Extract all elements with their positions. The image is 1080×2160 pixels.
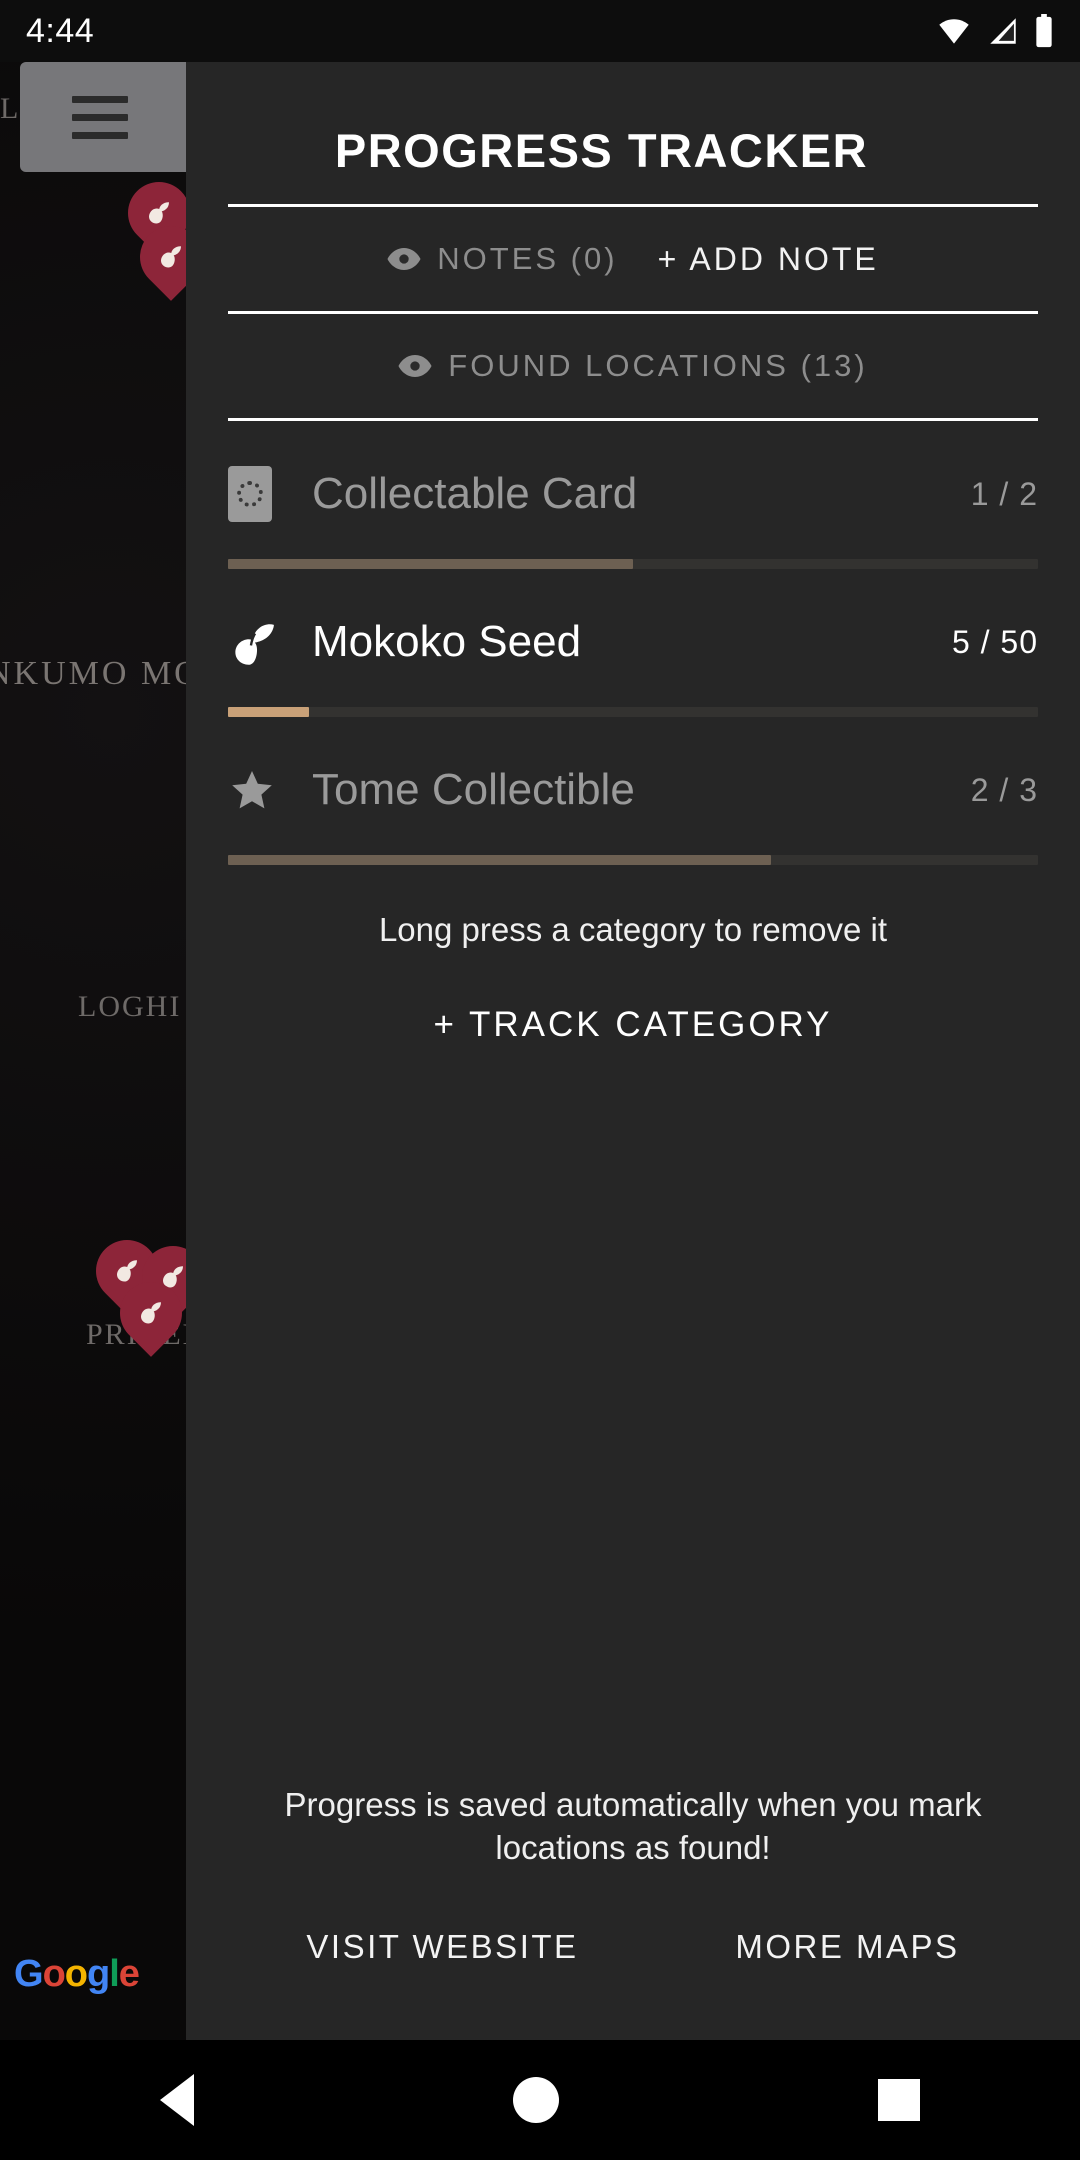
category-name: Mokoko Seed (312, 617, 582, 666)
page-title: PROGRESS TRACKER (334, 124, 869, 177)
status-time: 4:44 (26, 11, 95, 50)
star-icon (232, 771, 272, 809)
found-locations-label: FOUND LOCATIONS (13) (448, 348, 868, 383)
map-pin[interactable] (127, 213, 186, 304)
map-label: NKUMO MOU (0, 655, 186, 692)
card-icon (228, 466, 272, 522)
category-row-collectable-card[interactable]: Collectable Card 1 / 2 (228, 421, 1038, 569)
wifi-icon (939, 19, 969, 44)
battery-icon (1036, 14, 1052, 48)
footer-links: VISIT WEBSITE MORE MAPS (228, 1928, 1038, 2040)
progress-tracker-panel: PROGRESS TRACKER PRO NOTES (0) + ADD NOT… (186, 0, 1080, 2040)
map-background[interactable]: NKUMO MOU LO LOGHI PRIDEH (0, 0, 186, 2040)
category-count: 5 / 50 (951, 623, 1038, 660)
category-name: Collectable Card (312, 469, 638, 518)
progress-fill (228, 855, 771, 865)
category-count: 1 / 2 (970, 475, 1038, 512)
track-category-button[interactable]: + TRACK CATEGORY (228, 1005, 1038, 1045)
progress-fill (228, 707, 309, 717)
mokoko-seed-icon (141, 1302, 161, 1324)
category-icon-wrap (228, 466, 286, 522)
notes-toggle[interactable]: NOTES (0) (387, 241, 617, 277)
found-locations-section: FOUND LOCATIONS (13) (228, 314, 1038, 418)
android-nav-bar (0, 2040, 1080, 2160)
progress-fill (228, 559, 633, 569)
found-locations-toggle[interactable]: FOUND LOCATIONS (13) (398, 348, 867, 384)
category-icon-wrap (228, 766, 286, 814)
status-bar: 4:44 (0, 0, 1080, 62)
map-pin[interactable] (107, 1269, 186, 1360)
notes-label: NOTES (0) (437, 241, 618, 276)
mokoko-seed-icon (161, 246, 181, 268)
visit-website-link[interactable]: VISIT WEBSITE (306, 1928, 578, 1966)
add-note-button[interactable]: + ADD NOTE (658, 241, 879, 278)
seed-icon (235, 624, 274, 665)
flex-spacer (228, 1045, 1038, 1783)
hamburger-menu-button[interactable] (20, 62, 186, 172)
long-press-hint: Long press a category to remove it (378, 911, 888, 948)
eye-icon (398, 355, 432, 377)
progress-track (228, 855, 1038, 865)
back-triangle-icon[interactable] (159, 2074, 194, 2126)
phone-screen: NKUMO MOU LO LOGHI PRIDEH (0, 0, 1080, 2160)
progress-track (228, 559, 1038, 569)
auto-save-note: Progress is saved automatically when you… (284, 1785, 982, 1867)
home-circle-icon[interactable] (512, 2077, 559, 2123)
category-icon-wrap (228, 615, 286, 669)
mokoko-seed-icon (149, 202, 169, 224)
eye-icon (387, 248, 421, 270)
category-count: 2 / 3 (970, 771, 1038, 808)
category-row-mokoko-seed[interactable]: Mokoko Seed 5 / 50 (228, 569, 1038, 717)
notes-section: NOTES (0) + ADD NOTE (228, 207, 1038, 311)
progress-track (228, 707, 1038, 717)
category-row-tome-collectible[interactable]: Tome Collectible 2 / 3 (228, 717, 1038, 865)
map-label: LOGHI (78, 990, 182, 1023)
status-icons (936, 14, 1054, 48)
google-attribution-logo: Google (14, 1953, 140, 1995)
recents-square-icon[interactable] (878, 2079, 921, 2121)
mokoko-seed-icon (117, 1260, 137, 1282)
hamburger-menu-icon (72, 95, 128, 139)
cellular-signal-icon (990, 18, 1016, 44)
category-name: Tome Collectible (312, 765, 635, 814)
more-maps-link[interactable]: MORE MAPS (735, 1928, 959, 1966)
